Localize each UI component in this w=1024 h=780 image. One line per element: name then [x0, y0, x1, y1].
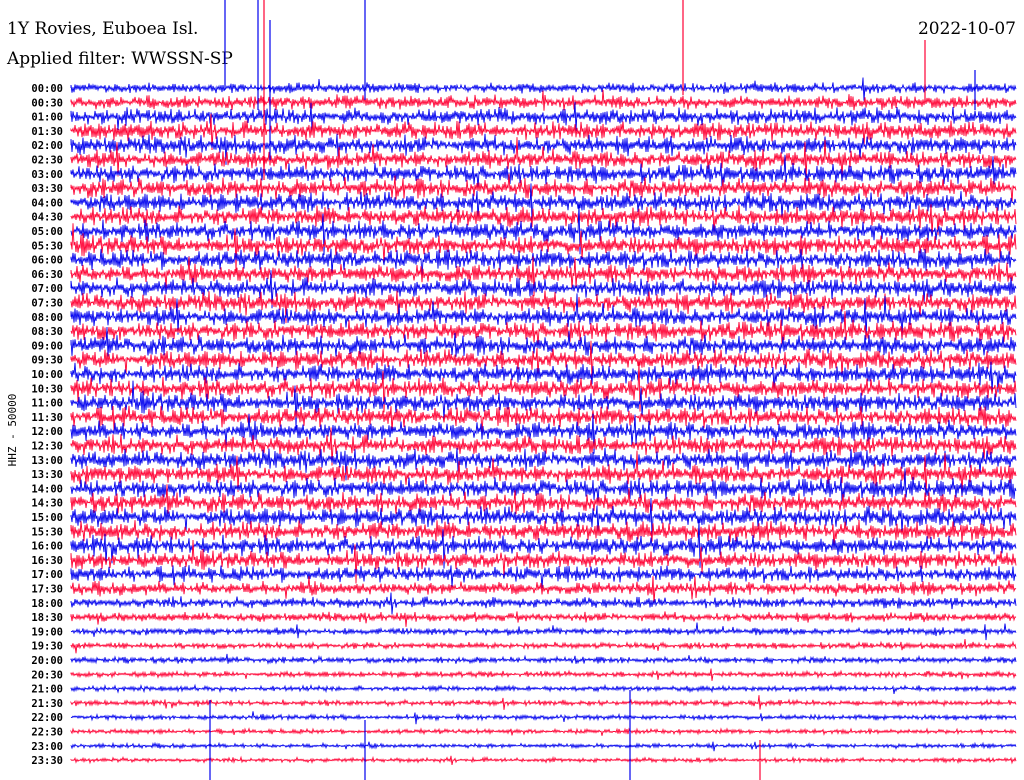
tick-label-0600: 06:00 — [31, 255, 63, 267]
tick-label-0430: 04:30 — [31, 212, 63, 224]
tick-label-1530: 15:30 — [31, 526, 63, 538]
tick-label-0000: 00:00 — [31, 83, 63, 95]
trace-2000 — [70, 653, 1017, 665]
tick-label-0500: 05:00 — [31, 226, 63, 238]
time-tick-labels: 00:00 00:30 01:00 01:30 02:00 02:30 03:00 03:30… — [31, 83, 63, 767]
trace-2100 — [70, 683, 1017, 694]
tick-label-0800: 08:00 — [31, 312, 63, 324]
trace-1700 — [70, 565, 1017, 589]
tick-label-1500: 15:00 — [31, 512, 63, 524]
tick-label-2330: 23:30 — [31, 755, 63, 767]
tick-label-2130: 21:30 — [31, 698, 63, 710]
tick-label-1100: 11:00 — [31, 398, 63, 410]
trace-1900 — [70, 622, 1017, 641]
tick-label-1130: 11:30 — [31, 412, 63, 424]
trace-1830 — [70, 611, 1017, 627]
trace-2300 — [70, 741, 1017, 752]
trace-2200 — [70, 711, 1017, 725]
trace-1930 — [70, 638, 1017, 654]
tick-label-0530: 05:30 — [31, 240, 63, 252]
trace-2130 — [70, 695, 1017, 710]
tick-label-1900: 19:00 — [31, 626, 63, 638]
tick-label-1000: 10:00 — [31, 369, 63, 381]
tick-label-1630: 16:30 — [31, 555, 63, 567]
tick-label-2000: 20:00 — [31, 655, 63, 667]
trace-2230 — [70, 727, 1017, 736]
tick-label-0700: 07:00 — [31, 283, 63, 295]
tick-label-1030: 10:30 — [31, 383, 63, 395]
tick-label-1200: 12:00 — [31, 426, 63, 438]
tick-label-0730: 07:30 — [31, 298, 63, 310]
tick-label-0830: 08:30 — [31, 326, 63, 338]
tick-label-1800: 18:00 — [31, 598, 63, 610]
helicorder-plot: 00:00 00:30 01:00 01:30 02:00 02:30 03:00 03:30… — [31, 0, 1017, 780]
tick-label-0630: 06:30 — [31, 269, 63, 281]
trace-group — [70, 0, 1017, 780]
trace-0030 — [70, 89, 1017, 111]
tick-label-1830: 18:30 — [31, 612, 63, 624]
tick-label-2030: 20:30 — [31, 669, 63, 681]
tick-label-1400: 14:00 — [31, 483, 63, 495]
tick-label-1430: 14:30 — [31, 498, 63, 510]
tick-label-1300: 13:00 — [31, 455, 63, 467]
tick-label-2300: 23:00 — [31, 741, 63, 753]
tick-label-0300: 03:00 — [31, 169, 63, 181]
trace-1800 — [70, 592, 1017, 615]
tick-label-0330: 03:30 — [31, 183, 63, 195]
tick-label-2230: 22:30 — [31, 727, 63, 739]
tick-label-0930: 09:30 — [31, 355, 63, 367]
trace-2030 — [70, 668, 1017, 681]
tick-label-2200: 22:00 — [31, 712, 63, 724]
tick-label-0400: 04:00 — [31, 197, 63, 209]
tick-label-0130: 01:30 — [31, 126, 63, 138]
trace-2330 — [70, 755, 1017, 765]
tick-label-0030: 00:30 — [31, 97, 63, 109]
tick-label-1230: 12:30 — [31, 441, 63, 453]
tick-label-1330: 13:30 — [31, 469, 63, 481]
tick-label-1700: 17:00 — [31, 569, 63, 581]
tick-label-2100: 21:00 — [31, 684, 63, 696]
tick-label-0900: 09:00 — [31, 340, 63, 352]
tick-label-1930: 19:30 — [31, 641, 63, 653]
tick-label-0200: 02:00 — [31, 140, 63, 152]
tick-label-1730: 17:30 — [31, 584, 63, 596]
tick-label-0100: 01:00 — [31, 112, 63, 124]
tick-label-0230: 02:30 — [31, 155, 63, 167]
tick-label-1600: 16:00 — [31, 541, 63, 553]
